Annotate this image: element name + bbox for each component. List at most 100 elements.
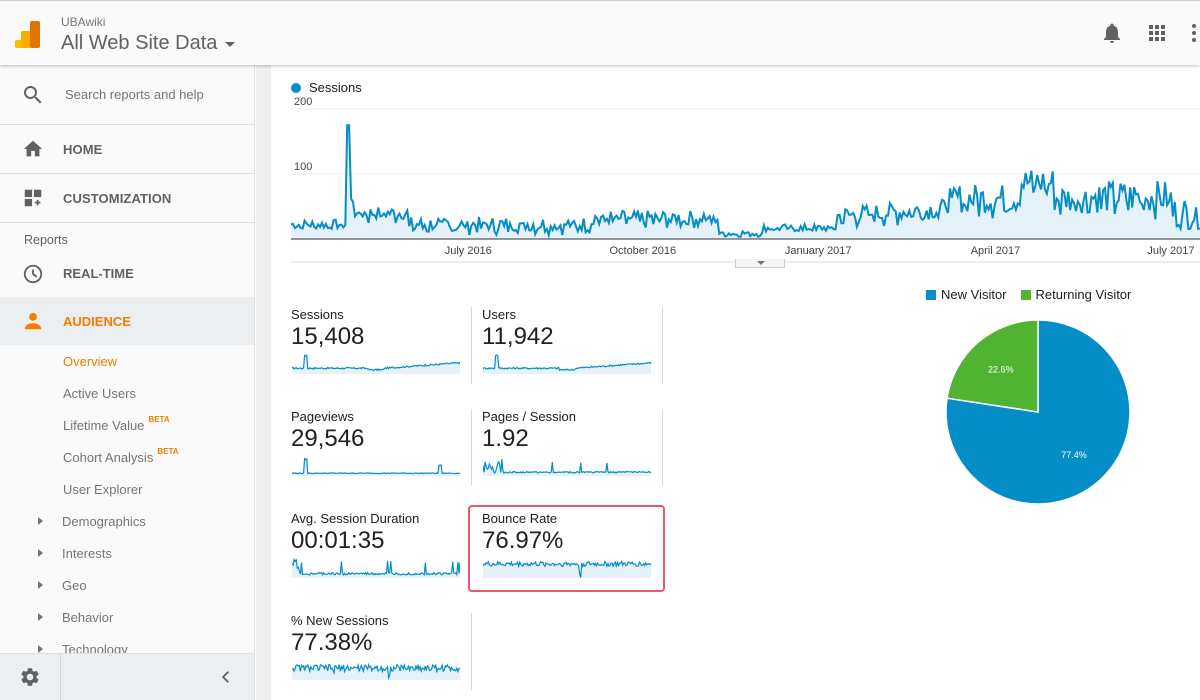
home-icon xyxy=(22,138,44,160)
legend-swatch-green-icon xyxy=(1020,289,1031,300)
sidebar-subitem-active-users[interactable]: Active Users xyxy=(0,377,254,409)
x-tick-label: July 2016 xyxy=(445,245,492,257)
sidebar-subitem-label: Overview xyxy=(63,353,118,369)
sidebar-item-realtime[interactable]: REAL-TIME xyxy=(0,250,254,297)
sidebar-item-label: HOME xyxy=(63,141,103,157)
metric-label: Users xyxy=(482,307,516,322)
sidebar-subitem-label: Active Users xyxy=(63,385,136,401)
metric-avg-session-duration[interactable]: Avg. Session Duration 00:01:35 xyxy=(291,511,471,591)
pie-legend: New Visitor Returning Visitor xyxy=(926,287,1131,302)
sidebar-subitem-label: Interests xyxy=(62,545,112,561)
sparkline xyxy=(483,459,651,476)
sessions-legend: Sessions xyxy=(291,80,362,95)
expand-triangle-icon xyxy=(38,613,43,621)
person-icon xyxy=(22,310,44,332)
expand-triangle-icon xyxy=(38,645,43,653)
metric-divider xyxy=(471,613,472,690)
sidebar-item-label: AUDIENCE xyxy=(63,313,131,329)
metric-divider xyxy=(662,409,663,486)
sidebar-subitem-label: Behavior xyxy=(62,609,114,625)
metric-divider xyxy=(662,307,663,384)
sidebar-subitem-behavior[interactable]: Behavior xyxy=(0,601,254,633)
metric-divider xyxy=(471,307,472,384)
expand-triangle-icon xyxy=(38,549,43,557)
sidebar-item-label: CUSTOMIZATION xyxy=(63,190,172,206)
sparkline-area xyxy=(292,559,460,578)
legend-item-returning-visitor[interactable]: Returning Visitor xyxy=(1020,287,1132,302)
bell-icon[interactable] xyxy=(1100,21,1124,45)
chevron-down-icon xyxy=(225,42,236,47)
sparkline-line xyxy=(483,459,651,474)
sidebar-subitem-demographics[interactable]: Demographics xyxy=(0,505,254,537)
metric-divider xyxy=(471,409,472,486)
sidebar-item-audience[interactable]: AUDIENCE xyxy=(0,297,254,345)
legend-item-new-visitor[interactable]: New Visitor xyxy=(926,287,1007,302)
sessions-trend-chart[interactable]: 200 100 July 2016 October 2016 January 2017 A… xyxy=(271,95,1200,265)
property-selector[interactable]: All Web Site Data xyxy=(61,32,236,55)
x-tick-label: April 2017 xyxy=(971,245,1021,257)
sidebar-subitem-lifetime-value[interactable]: Lifetime Value BETA xyxy=(0,409,254,441)
admin-gear-icon[interactable] xyxy=(0,654,61,700)
metric-label: Pageviews xyxy=(291,409,354,424)
legend-label: Sessions xyxy=(309,80,362,95)
sidebar-item-customization[interactable]: CUSTOMIZATION xyxy=(0,174,254,223)
pie-data-label: 22.6% xyxy=(988,365,1014,375)
metric-users[interactable]: Users 11,942 xyxy=(482,307,662,387)
metric-label: % New Sessions xyxy=(291,613,389,628)
main-content: Sessions 200 100 July 2016 October 2016 Janu… xyxy=(271,65,1200,700)
beta-badge: BETA xyxy=(157,446,179,456)
metric-label: Avg. Session Duration xyxy=(291,511,420,526)
more-vert-icon[interactable] xyxy=(1188,21,1200,45)
sparkline xyxy=(292,457,460,476)
metric-value: 11,942 xyxy=(482,323,554,350)
x-tick-label: January 2017 xyxy=(785,245,852,257)
x-tick-label: July 2017 xyxy=(1147,245,1194,257)
x-tick-label: October 2016 xyxy=(609,245,676,257)
sparkline xyxy=(483,354,651,374)
sidebar-subitem-geo[interactable]: Geo xyxy=(0,569,254,601)
metric-pageviews[interactable]: Pageviews 29,546 xyxy=(291,409,471,489)
search-reports-input[interactable]: Search reports and help xyxy=(0,65,254,125)
sparkline xyxy=(292,662,460,680)
legend-dot-icon xyxy=(291,82,301,93)
sidebar: Search reports and help HOME CUSTOMIZATI… xyxy=(0,65,255,700)
y-tick-label: 200 xyxy=(294,96,312,108)
audience-submenu: Overview Active Users Lifetime Value BETA Co… xyxy=(0,345,254,665)
visitor-type-pie-chart[interactable]: 77.4% 22.6% xyxy=(941,315,1131,505)
sparkline xyxy=(292,354,460,374)
beta-badge: BETA xyxy=(148,414,170,424)
sidebar-subitem-label: Cohort Analysis xyxy=(63,449,154,465)
sparkline-line xyxy=(292,457,460,475)
metric-value: 29,546 xyxy=(291,425,365,452)
sessions-area xyxy=(291,125,1200,239)
clock-icon xyxy=(22,263,44,285)
sidebar-subitem-label: User Explorer xyxy=(63,481,143,497)
metric-sessions[interactable]: Sessions 15,408 xyxy=(291,307,471,387)
search-placeholder: Search reports and help xyxy=(65,87,204,102)
expand-triangle-icon xyxy=(38,517,43,525)
property-name: All Web Site Data xyxy=(61,32,218,54)
account-name: UBAwiki xyxy=(61,15,106,29)
y-tick-label: 100 xyxy=(294,161,312,173)
sidebar-subitem-label: Geo xyxy=(62,577,87,593)
sidebar-subitem-label: Lifetime Value xyxy=(63,417,145,433)
apps-grid-icon[interactable] xyxy=(1145,21,1169,45)
sidebar-subitem-user-explorer[interactable]: User Explorer xyxy=(0,473,254,505)
collapse-sidebar-chevron-left-icon[interactable] xyxy=(61,654,254,700)
sidebar-subitem-cohort-analysis[interactable]: Cohort Analysis BETA xyxy=(0,441,254,473)
metric-value: 00:01:35 xyxy=(291,527,385,554)
legend-swatch-blue-icon xyxy=(926,289,936,300)
search-icon xyxy=(21,83,45,107)
sidebar-subitem-label: Demographics xyxy=(62,513,146,529)
legend-label: New Visitor xyxy=(941,287,1007,302)
legend-label: Returning Visitor xyxy=(1035,287,1132,302)
sidebar-item-home[interactable]: HOME xyxy=(0,125,254,174)
analytics-logo-icon[interactable] xyxy=(15,21,41,48)
metric-pages-session[interactable]: Pages / Session 1.92 xyxy=(482,409,662,489)
sidebar-subitem-interests[interactable]: Interests xyxy=(0,537,254,569)
metric-value: 1.92 xyxy=(482,425,529,452)
metric-new-sessions[interactable]: % New Sessions 77.38% xyxy=(291,613,471,693)
sidebar-subitem-overview[interactable]: Overview xyxy=(0,345,254,377)
top-header: UBAwiki All Web Site Data xyxy=(0,0,1200,65)
chart-expand-handle[interactable] xyxy=(735,259,785,268)
